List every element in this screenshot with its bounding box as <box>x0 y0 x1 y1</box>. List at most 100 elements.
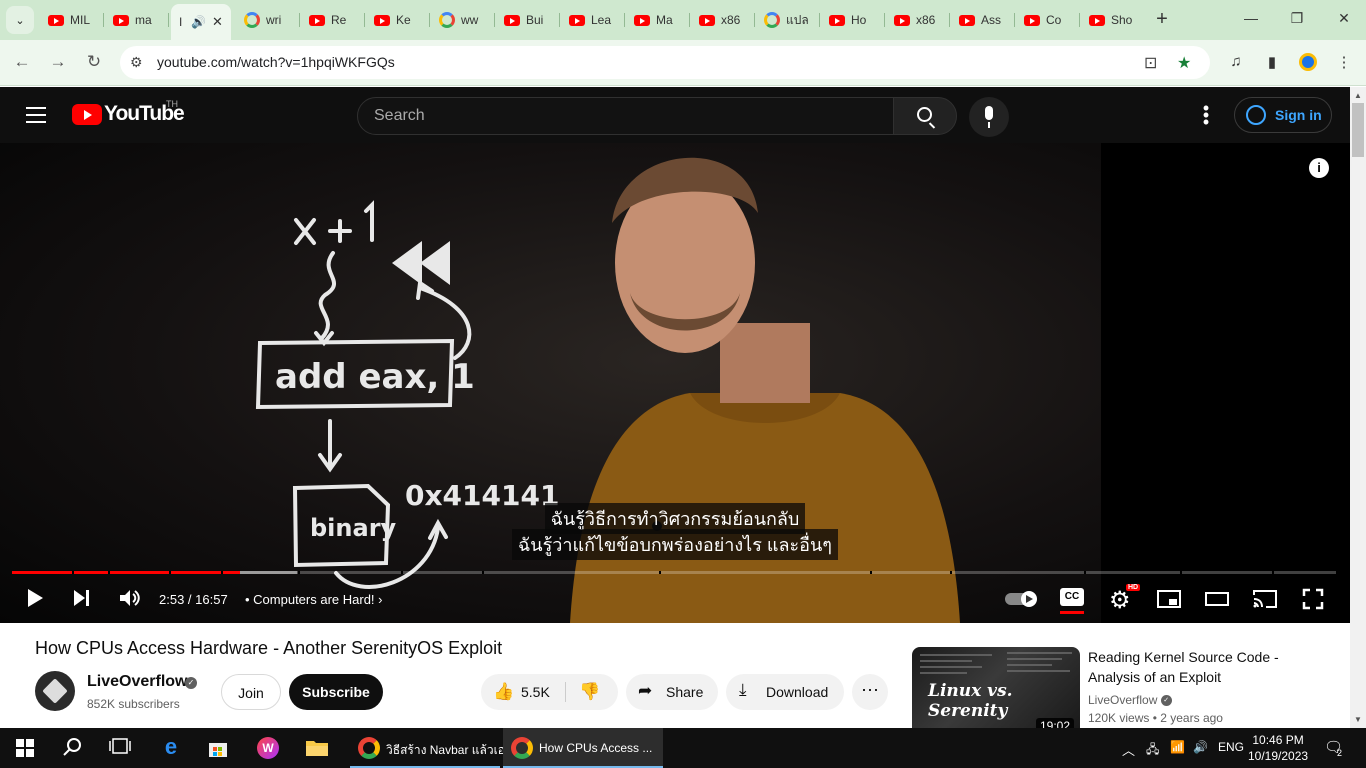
forward-arrow-icon[interactable]: → <box>46 52 70 72</box>
settings-kebab-icon[interactable]: • • • <box>1200 99 1212 131</box>
youtube-favicon-icon <box>1089 14 1105 26</box>
google-favicon-icon <box>244 12 260 28</box>
media-controls-icon[interactable]: ♫ <box>1225 53 1247 70</box>
cast-icon[interactable] <box>1252 589 1278 614</box>
youtube-logo-icon[interactable] <box>72 104 102 125</box>
progress-bar[interactable] <box>12 571 1336 574</box>
subscribe-button[interactable]: Subscribe <box>289 674 383 710</box>
share-button[interactable]: ➦ Share <box>626 674 718 710</box>
browser-tab[interactable]: Ma <box>626 6 690 34</box>
chapter-title-text: • Computers are Hard! <box>245 592 375 607</box>
miniplayer-icon[interactable] <box>1157 590 1181 613</box>
system-clock[interactable]: 10:46 PM 10/19/2023 <box>1248 732 1308 764</box>
tab-label: MIL <box>70 13 91 27</box>
show-hidden-icons-chevron-icon[interactable]: ︿ <box>1122 740 1135 759</box>
profile-avatar-icon[interactable] <box>1297 53 1319 75</box>
chapter-title-button[interactable]: • Computers are Hard! › <box>245 592 383 607</box>
reload-icon[interactable]: ↻ <box>82 52 106 72</box>
input-language[interactable]: ENG <box>1218 740 1244 754</box>
drawn-arrow-down <box>318 251 337 340</box>
bookmark-star-icon[interactable]: ★ <box>1177 53 1191 73</box>
page-scrollbar[interactable]: ▲ ▼ <box>1350 87 1366 728</box>
video-player[interactable]: add eax, 1 binary 0x414141 i ฉันรู้วิธีก… <box>0 143 1350 623</box>
search-button[interactable] <box>893 97 957 135</box>
browser-tab[interactable]: Co <box>1016 6 1080 34</box>
recommended-video-thumbnail[interactable]: Linux vs. Serenity 19:02 <box>912 647 1080 728</box>
scrollbar-thumb[interactable] <box>1352 103 1364 157</box>
search-input[interactable]: Search <box>357 97 894 135</box>
taskbar-app-chrome-1[interactable]: วิธีสร้าง Navbar แล้วเอ... <box>350 728 515 768</box>
address-bar[interactable]: ⚙ youtube.com/watch?v=1hpqiWKFGQs ⊡ ★ <box>120 46 1210 79</box>
browser-tab[interactable]: wri <box>236 6 300 34</box>
wifi-icon[interactable]: 📶 <box>1170 740 1185 754</box>
close-window-icon[interactable]: ✕ <box>1334 10 1354 27</box>
scroll-up-arrow-icon[interactable]: ▲ <box>1354 91 1362 100</box>
browser-tab[interactable]: Ass <box>951 6 1015 34</box>
minimize-icon[interactable]: — <box>1241 10 1261 26</box>
subscriber-count: 852K subscribers <box>87 697 180 711</box>
windows-start-icon[interactable] <box>14 737 36 759</box>
hamburger-menu-icon[interactable] <box>26 107 46 123</box>
browser-tab[interactable]: x86 <box>691 6 755 34</box>
like-button[interactable]: 👍 5.5K <box>481 674 565 710</box>
google-favicon-icon <box>439 12 455 28</box>
browser-tab[interactable]: ma <box>105 6 169 34</box>
settings-gear-icon[interactable]: ⚙ HD <box>1109 584 1141 615</box>
channel-name[interactable]: LiveOverflow <box>87 673 187 691</box>
url-text[interactable]: youtube.com/watch?v=1hpqiWKFGQs <box>157 54 395 70</box>
back-arrow-icon[interactable]: ← <box>10 52 34 72</box>
site-settings-icon[interactable]: ⚙ <box>130 54 143 71</box>
browser-tab-active[interactable]: I 🔊 ✕ <box>171 4 231 40</box>
browser-tab[interactable]: Ke <box>366 6 430 34</box>
wps-office-icon[interactable]: W <box>257 737 279 759</box>
speaker-icon[interactable]: 🔊 <box>191 15 206 29</box>
more-horizontal-icon: ⋯ <box>861 680 879 700</box>
file-explorer-icon[interactable] <box>305 737 328 759</box>
sign-in-button[interactable]: Sign in <box>1234 97 1332 133</box>
new-tab-button[interactable]: + <box>1152 8 1172 31</box>
recommended-video-title[interactable]: Reading Kernel Source Code - Analysis of… <box>1088 647 1328 687</box>
microsoft-store-icon[interactable] <box>207 737 229 759</box>
next-video-icon[interactable] <box>71 586 93 615</box>
browser-tab[interactable]: Lea <box>561 6 625 34</box>
browser-toolbar: ← → ↻ ⚙ youtube.com/watch?v=1hpqiWKFGQs … <box>0 40 1366 86</box>
notification-center-icon[interactable]: 🗨2 <box>1324 738 1348 758</box>
restore-icon[interactable]: ❐ <box>1287 10 1307 27</box>
browser-menu-icon[interactable]: ⋮ <box>1333 53 1355 71</box>
browser-tab[interactable]: Bui <box>496 6 560 34</box>
edge-browser-icon[interactable]: e <box>160 734 182 759</box>
theater-mode-icon[interactable] <box>1205 592 1229 611</box>
fullscreen-icon[interactable] <box>1302 588 1324 615</box>
browser-tab[interactable]: แปล <box>756 6 820 34</box>
task-view-icon[interactable] <box>109 737 131 759</box>
install-app-icon[interactable]: ⊡ <box>1144 53 1157 73</box>
scroll-down-arrow-icon[interactable]: ▼ <box>1354 715 1362 724</box>
browser-tab[interactable]: Ho <box>821 6 885 34</box>
close-tab-icon[interactable]: ✕ <box>212 14 223 30</box>
side-panel-icon[interactable]: ▮ <box>1261 53 1283 71</box>
play-icon[interactable] <box>24 586 46 615</box>
subtitles-button[interactable]: CC <box>1060 588 1084 614</box>
tab-search-button[interactable]: ⌄ <box>6 6 34 34</box>
browser-tab[interactable]: ww <box>431 6 495 34</box>
volume-icon[interactable] <box>117 586 141 615</box>
more-actions-button[interactable]: ⋯ <box>852 674 888 710</box>
youtube-favicon-icon <box>374 14 390 26</box>
speaker-volume-icon[interactable]: 🔊 <box>1193 740 1208 754</box>
browser-tab[interactable]: Re <box>301 6 365 34</box>
join-button[interactable]: Join <box>221 674 281 710</box>
taskbar-search-icon[interactable] <box>61 737 83 759</box>
info-icon[interactable]: i <box>1309 158 1329 178</box>
recommended-channel[interactable]: LiveOverflow ✓ <box>1088 693 1172 707</box>
tab-label: ww <box>461 13 479 27</box>
channel-avatar[interactable] <box>35 671 75 711</box>
voice-search-mic-icon[interactable] <box>969 97 1009 137</box>
browser-tab[interactable]: Sho <box>1081 6 1145 34</box>
download-button[interactable]: ⤓ Download <box>726 674 844 710</box>
browser-tab[interactable]: MIL <box>40 6 104 34</box>
browser-tab[interactable]: x86 <box>886 6 950 34</box>
dislike-button[interactable]: 👎 <box>566 674 618 710</box>
network-icon[interactable]: 🖧 <box>1146 740 1159 761</box>
taskbar-app-chrome-2[interactable]: How CPUs Access ... <box>503 728 663 768</box>
autoplay-toggle[interactable] <box>1004 589 1040 614</box>
